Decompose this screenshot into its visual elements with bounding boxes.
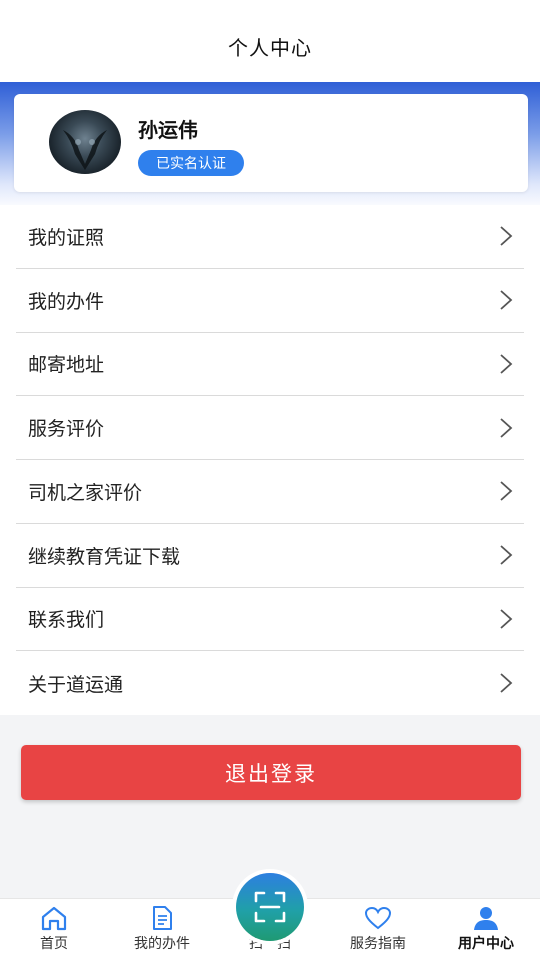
tab-user-center[interactable]: 用户中心 [432,899,540,960]
menu-item-label: 继续教育凭证下载 [28,545,181,568]
tab-service-guide[interactable]: 服务指南 [324,899,432,960]
menu-item-label: 我的证照 [28,226,105,249]
menu-item-label: 关于道运通 [28,673,124,696]
page-title: 个人中心 [228,35,312,60]
profile-card[interactable]: 孙运伟 已实名认证 [14,94,528,192]
menu-item-service-review[interactable]: 服务评价 [16,396,524,460]
avatar-image [63,130,107,170]
home-icon [41,906,67,931]
tab-home[interactable]: 首页 [0,899,108,960]
chevron-right-icon [500,481,513,502]
user-name: 孙运伟 [138,118,198,142]
app-screen: 个人中心 孙运伟 已实名认证 我的证照 我的办件 邮寄地址 服务评价 司机之家评… [0,0,540,960]
menu-item-about[interactable]: 关于道运通 [16,651,524,715]
menu-item-label: 服务评价 [28,418,105,441]
chevron-right-icon [500,354,513,374]
verified-badge: 已实名认证 [138,150,244,176]
document-icon [153,906,172,930]
tab-label: 用户中心 [458,936,514,952]
avatar[interactable] [49,110,121,174]
chevron-right-icon [500,673,513,693]
menu-item-licenses[interactable]: 我的证照 [16,205,524,269]
menu-item-my-cases[interactable]: 我的办件 [16,269,524,333]
menu-item-mailing-address[interactable]: 邮寄地址 [16,333,524,397]
tab-label: 服务指南 [350,936,406,952]
scan-icon [254,891,286,923]
chevron-right-icon [500,226,513,247]
logout-button[interactable]: 退出登录 [21,745,521,800]
tab-my-cases[interactable]: 我的办件 [108,899,216,960]
menu-item-label: 我的办件 [28,290,105,313]
menu-list: 我的证照 我的办件 邮寄地址 服务评价 司机之家评价 继续教育凭证下载 联系我们 [0,205,540,715]
menu-item-label: 司机之家评价 [28,481,143,504]
chevron-right-icon [500,609,513,629]
heart-icon [364,906,392,930]
chevron-right-icon [500,417,513,438]
menu-item-driver-home-review[interactable]: 司机之家评价 [16,460,524,524]
chevron-right-icon [500,290,513,310]
chevron-right-icon [500,545,513,565]
menu-item-label: 邮寄地址 [28,354,105,377]
tab-label: 首页 [40,936,68,952]
user-icon [474,907,498,930]
tab-label: 我的办件 [134,936,190,952]
top-header: 个人中心 [0,0,540,82]
scan-button[interactable] [236,873,304,941]
menu-item-education-certificate[interactable]: 继续教育凭证下载 [16,524,524,588]
menu-item-label: 联系我们 [28,609,105,632]
menu-item-contact-us[interactable]: 联系我们 [16,588,524,652]
